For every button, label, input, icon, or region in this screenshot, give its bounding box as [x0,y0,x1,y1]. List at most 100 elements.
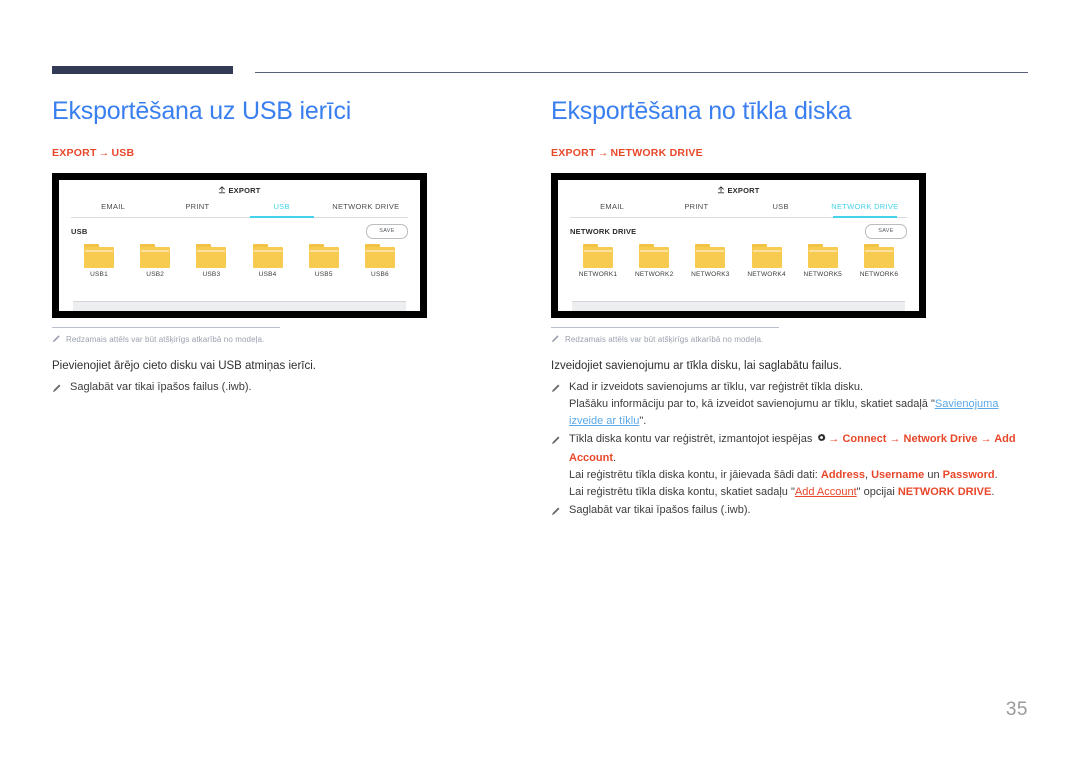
folder-icon [364,244,395,268]
pencil-icon [551,431,561,501]
folder-label: NETWORK1 [578,271,618,278]
field-address: Address [820,469,865,481]
bullet-item: Saglabāt var tikai īpašos failus (.iwb). [551,502,1021,522]
breadcrumb-arrow-icon: → [597,147,609,159]
folder-item[interactable]: USB5 [296,244,352,278]
device-screen: EXPORT EMAIL PRINT USB NETWORK DRIVE NET… [558,180,919,311]
image-note-right: Redzamais attēls var būt atšķirīgs atkar… [551,327,903,346]
bullet-line: Lai reģistrētu tīkla diska kontu, ir jāi… [569,467,1021,484]
folder-item[interactable]: USB6 [352,244,408,278]
sep: un [924,469,943,481]
device-tab-print[interactable]: PRINT [654,200,738,217]
folder-item[interactable]: USB3 [183,244,239,278]
device-folder-grid-left: USB1 USB2 USB3 USB4 USB5 USB6 [71,244,408,278]
bullet-text: Tīkla diska kontu var reģistrēt, izmanto… [569,431,1021,501]
pencil-icon [52,379,62,399]
bullet-line: Tīkla diska kontu var reģistrēt, izmanto… [569,431,1021,467]
folder-label: USB2 [146,271,165,278]
option-network-drive: NETWORK DRIVE [897,486,992,498]
breadcrumb-from: EXPORT [52,147,97,159]
folder-item[interactable]: NETWORK5 [795,244,851,278]
folder-label: USB6 [371,271,389,278]
note-divider [52,327,280,328]
folder-icon [84,244,114,268]
header-rule-bar [52,66,233,74]
device-tab-usb[interactable]: USB [739,200,823,217]
device-tabs-right: EMAIL PRINT USB NETWORK DRIVE [570,200,907,218]
save-button[interactable]: SAVE [366,223,408,239]
left-column: Eksportēšana uz USB ierīci EXPORT → USB EX… [52,96,522,400]
device-mockup-network: EXPORT EMAIL PRINT USB NETWORK DRIVE NET… [551,173,926,318]
folder-label: NETWORK4 [747,271,786,278]
bullet-line: Kad ir izveidots savienojums ar tīklu, v… [569,381,864,393]
breadcrumb-from: EXPORT [551,147,596,159]
folder-icon [140,244,171,268]
folder-item[interactable]: NETWORK3 [682,244,738,278]
folder-item[interactable]: NETWORK1 [570,244,626,278]
bullet-line-text: Tīkla diska kontu var reģistrēt, izmanto… [569,433,813,445]
bullet-line-suffix: . [994,469,998,481]
bullet-line-suffix: . [991,486,995,498]
device-tab-print[interactable]: PRINT [155,200,239,217]
page-title-right: Eksportēšana no tīkla diska [551,97,852,125]
folder-icon [639,244,670,268]
folder-item[interactable]: USB2 [127,244,183,278]
device-tab-usb[interactable]: USB [240,200,324,218]
device-tab-network-drive[interactable]: NETWORK DRIVE [823,200,907,218]
folder-label: USB4 [258,271,277,278]
bullet-item: Saglabāt var tikai īpašos failus (.iwb). [52,379,522,399]
link-add-account[interactable]: Add Account [795,486,857,498]
gear-icon [816,433,827,450]
breadcrumb-right: EXPORT → NETWORK DRIVE [551,147,1021,159]
device-tab-email[interactable]: EMAIL [570,200,654,217]
pencil-icon [551,334,560,346]
bullet-line: Lai reģistrētu tīkla diska kontu, skatie… [569,484,1021,501]
page-number: 35 [1005,699,1028,720]
folder-icon [308,244,339,268]
device-tab-network-drive[interactable]: NETWORK DRIVE [324,200,408,217]
folder-icon [695,244,726,268]
body-copy-left: Pievienojiet ārējo cieto disku vai USB a… [52,358,522,399]
device-tab-email[interactable]: EMAIL [71,200,155,217]
folder-icon [863,244,894,268]
folder-item[interactable]: NETWORK2 [626,244,682,278]
folder-item[interactable]: USB4 [240,244,296,278]
device-drive-row: NETWORK DRIVE SAVE [570,223,907,239]
note-row: Redzamais attēls var būt atšķirīgs atkar… [52,334,404,346]
field-password: Password [942,469,995,481]
export-title-label: EXPORT [228,186,261,195]
export-title: EXPORT [59,186,420,196]
folder-icon [807,244,838,268]
folder-label: USB5 [314,271,333,278]
folder-icon [751,244,782,268]
device-tabs-left: EMAIL PRINT USB NETWORK DRIVE [71,200,408,218]
bullet-line: Plašāku informāciju par to, kā izveidot … [569,396,1021,430]
right-column: Eksportēšana no tīkla diska EXPORT → NETWO… [551,96,1021,523]
bullet-line-suffix: . [613,452,617,464]
header-rule [52,66,1028,76]
folder-label: USB1 [90,271,108,278]
folder-icon [583,244,613,268]
folder-item[interactable]: USB1 [71,244,127,278]
folder-item[interactable]: NETWORK6 [851,244,907,278]
note-text: Redzamais attēls var būt atšķirīgs atkar… [565,335,764,344]
bullet-item: Kad ir izveidots savienojums ar tīklu, v… [551,379,1021,430]
save-button[interactable]: SAVE [865,223,907,239]
header-rule-line [255,72,1028,73]
folder-label: NETWORK3 [691,271,730,278]
pencil-icon [52,334,61,346]
device-footer-bar [73,301,406,311]
bullet-line-mid: " opcijai [856,486,898,498]
device-footer-bar [572,301,905,311]
device-mockup-usb: EXPORT EMAIL PRINT USB NETWORK DRIVE USB… [52,173,427,318]
device-drive-label: USB [71,226,88,236]
breadcrumb-to: NETWORK DRIVE [610,147,703,159]
page-title-left: Eksportēšana uz USB ierīci [52,97,352,125]
bullet-line-text: Lai reģistrētu tīkla diska kontu, ir jāi… [569,469,821,481]
bullet-line-suffix: ". [639,415,647,427]
folder-label: NETWORK2 [634,271,674,278]
note-divider [551,327,779,328]
folder-label: NETWORK6 [859,271,899,278]
breadcrumb-left: EXPORT → USB [52,147,522,159]
folder-item[interactable]: NETWORK4 [739,244,795,278]
